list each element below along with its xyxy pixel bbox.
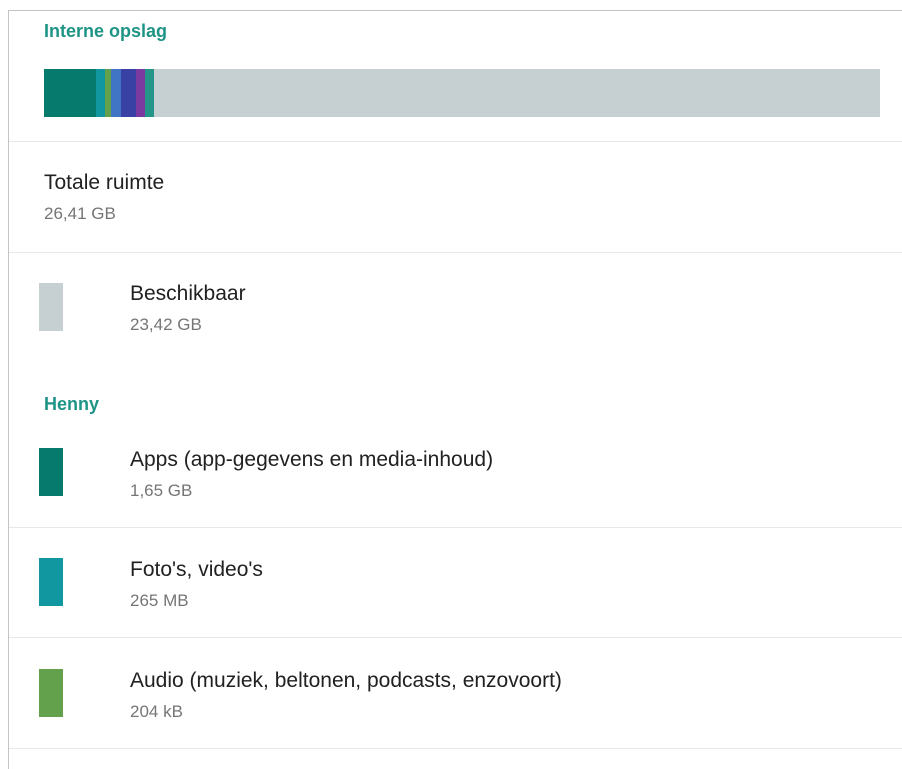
photos-videos-value: 265 MB: [130, 591, 189, 610]
apps-label: Apps (app-gegevens en media-inhoud): [130, 448, 494, 471]
divider: [9, 527, 902, 528]
divider: [9, 252, 902, 253]
audio-value: 204 kB: [130, 702, 183, 721]
storage-usage-bar: [44, 69, 880, 117]
available-color-swatch: [39, 283, 63, 331]
storage-bar-segment-apps: [44, 69, 97, 117]
audio-color-swatch: [39, 669, 63, 717]
storage-bar-segment-segment-7: [145, 69, 155, 117]
available-value: 23,42 GB: [130, 315, 202, 334]
total-space-label: Totale ruimte: [44, 171, 165, 194]
storage-bar-segment-segment-5: [121, 69, 137, 117]
total-space-value: 26,41 GB: [44, 204, 116, 223]
apps-value: 1,65 GB: [130, 481, 193, 500]
storage-bar-segment-photos-videos: [96, 69, 105, 117]
divider: [9, 637, 902, 638]
apps-color-swatch: [39, 448, 63, 496]
available-label: Beschikbaar: [130, 282, 246, 305]
storage-settings-panel: Interne opslag Totale ruimte 26,41 GB Be…: [8, 10, 902, 769]
divider: [9, 748, 902, 749]
audio-label: Audio (muziek, beltonen, podcasts, enzov…: [130, 669, 562, 692]
storage-bar-segment-segment-4: [111, 69, 122, 117]
internal-storage-header: Interne opslag: [44, 21, 168, 41]
photos-videos-label: Foto's, video's: [130, 558, 263, 581]
photos-videos-color-swatch: [39, 558, 63, 606]
storage-bar-segment-segment-6: [136, 69, 146, 117]
divider: [9, 141, 902, 142]
storage-bar-segment-free: [154, 69, 880, 117]
user-section-header: Henny: [44, 394, 100, 414]
